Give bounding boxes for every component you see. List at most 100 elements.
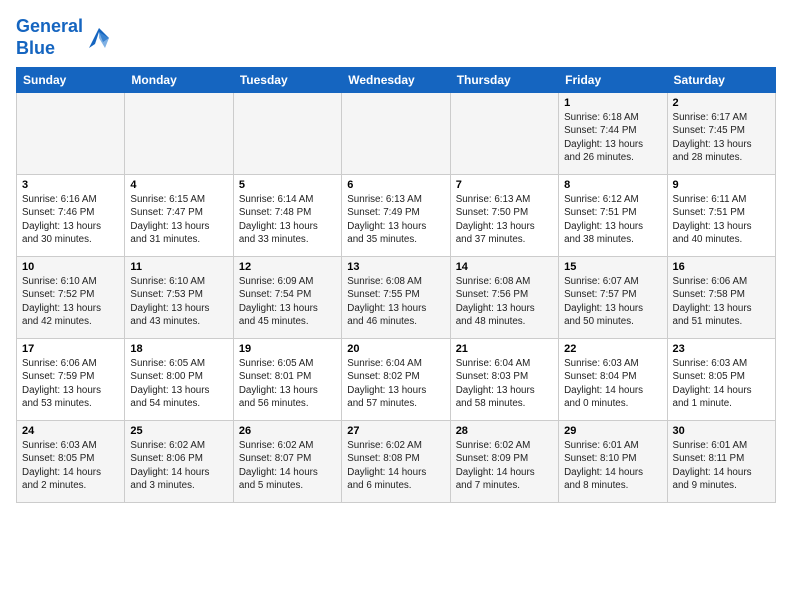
- day-info: Sunrise: 6:07 AM Sunset: 7:57 PM Dayligh…: [564, 275, 661, 328]
- day-info: Sunrise: 6:11 AM Sunset: 7:51 PM Dayligh…: [673, 193, 770, 246]
- page-header: General Blue: [16, 16, 776, 59]
- day-info: Sunrise: 6:04 AM Sunset: 8:03 PM Dayligh…: [456, 357, 553, 410]
- weekday-header-thursday: Thursday: [450, 68, 558, 93]
- day-number: 25: [130, 425, 227, 437]
- day-info: Sunrise: 6:17 AM Sunset: 7:45 PM Dayligh…: [673, 111, 770, 164]
- calendar-cell: 19 Sunrise: 6:05 AM Sunset: 8:01 PM Dayli…: [233, 339, 341, 421]
- day-number: 19: [239, 343, 336, 355]
- day-number: 17: [22, 343, 119, 355]
- calendar-cell: 24Sunrise: 6:03 AM Sunset: 8:05 PM Dayli…: [17, 421, 125, 503]
- day-number: 4: [130, 179, 227, 191]
- day-info: Sunrise: 6:08 AM Sunset: 7:55 PM Dayligh…: [347, 275, 444, 328]
- calendar-cell: 10 Sunrise: 6:10 AM Sunset: 7:52 PM Dayli…: [17, 257, 125, 339]
- day-number: 13: [347, 261, 444, 273]
- calendar-cell: 20 Sunrise: 6:04 AM Sunset: 8:02 PM Dayli…: [342, 339, 450, 421]
- calendar-cell: 23 Sunrise: 6:03 AM Sunset: 8:05 PM Dayli…: [667, 339, 775, 421]
- day-number: 30: [673, 425, 770, 437]
- day-info: Sunrise: 6:13 AM Sunset: 7:50 PM Dayligh…: [456, 193, 553, 246]
- calendar-cell: 1Sunrise: 6:18 AM Sunset: 7:44 PM Daylig…: [559, 93, 667, 175]
- day-number: 7: [456, 179, 553, 191]
- calendar-cell: 15 Sunrise: 6:07 AM Sunset: 7:57 PM Dayli…: [559, 257, 667, 339]
- day-info: Sunrise: 6:03 AM Sunset: 8:04 PM Dayligh…: [564, 357, 661, 410]
- calendar-cell: 4 Sunrise: 6:15 AM Sunset: 7:47 PM Daylig…: [125, 175, 233, 257]
- day-number: 29: [564, 425, 661, 437]
- day-info: Sunrise: 6:06 AM Sunset: 7:58 PM Dayligh…: [673, 275, 770, 328]
- day-number: 15: [564, 261, 661, 273]
- calendar-cell: [450, 93, 558, 175]
- weekday-header-wednesday: Wednesday: [342, 68, 450, 93]
- day-number: 27: [347, 425, 444, 437]
- calendar-cell: 17 Sunrise: 6:06 AM Sunset: 7:59 PM Dayli…: [17, 339, 125, 421]
- day-info: Sunrise: 6:01 AM Sunset: 8:10 PM Dayligh…: [564, 439, 661, 492]
- weekday-header-friday: Friday: [559, 68, 667, 93]
- day-info: Sunrise: 6:02 AM Sunset: 8:08 PM Dayligh…: [347, 439, 444, 492]
- day-number: 2: [673, 97, 770, 109]
- day-info: Sunrise: 6:05 AM Sunset: 8:01 PM Dayligh…: [239, 357, 336, 410]
- day-info: Sunrise: 6:02 AM Sunset: 8:07 PM Dayligh…: [239, 439, 336, 492]
- calendar-cell: 16 Sunrise: 6:06 AM Sunset: 7:58 PM Dayli…: [667, 257, 775, 339]
- day-number: 18: [130, 343, 227, 355]
- day-info: Sunrise: 6:10 AM Sunset: 7:53 PM Dayligh…: [130, 275, 227, 328]
- day-info: Sunrise: 6:13 AM Sunset: 7:49 PM Dayligh…: [347, 193, 444, 246]
- day-number: 21: [456, 343, 553, 355]
- weekday-header-tuesday: Tuesday: [233, 68, 341, 93]
- calendar-cell: [233, 93, 341, 175]
- calendar-cell: 22 Sunrise: 6:03 AM Sunset: 8:04 PM Dayli…: [559, 339, 667, 421]
- day-info: Sunrise: 6:03 AM Sunset: 8:05 PM Dayligh…: [673, 357, 770, 410]
- day-number: 23: [673, 343, 770, 355]
- day-info: Sunrise: 6:06 AM Sunset: 7:59 PM Dayligh…: [22, 357, 119, 410]
- day-info: Sunrise: 6:16 AM Sunset: 7:46 PM Dayligh…: [22, 193, 119, 246]
- day-number: 22: [564, 343, 661, 355]
- calendar-cell: 29 Sunrise: 6:01 AM Sunset: 8:10 PM Dayli…: [559, 421, 667, 503]
- weekday-header-sunday: Sunday: [17, 68, 125, 93]
- calendar-cell: [342, 93, 450, 175]
- calendar-cell: [125, 93, 233, 175]
- calendar-cell: 25 Sunrise: 6:02 AM Sunset: 8:06 PM Dayli…: [125, 421, 233, 503]
- day-info: Sunrise: 6:09 AM Sunset: 7:54 PM Dayligh…: [239, 275, 336, 328]
- day-info: Sunrise: 6:05 AM Sunset: 8:00 PM Dayligh…: [130, 357, 227, 410]
- day-info: Sunrise: 6:04 AM Sunset: 8:02 PM Dayligh…: [347, 357, 444, 410]
- day-number: 9: [673, 179, 770, 191]
- calendar-cell: 11 Sunrise: 6:10 AM Sunset: 7:53 PM Dayli…: [125, 257, 233, 339]
- day-number: 8: [564, 179, 661, 191]
- day-number: 6: [347, 179, 444, 191]
- calendar-cell: 8 Sunrise: 6:12 AM Sunset: 7:51 PM Daylig…: [559, 175, 667, 257]
- calendar-cell: [17, 93, 125, 175]
- calendar-cell: 2 Sunrise: 6:17 AM Sunset: 7:45 PM Daylig…: [667, 93, 775, 175]
- day-number: 28: [456, 425, 553, 437]
- calendar-cell: 3Sunrise: 6:16 AM Sunset: 7:46 PM Daylig…: [17, 175, 125, 257]
- day-number: 14: [456, 261, 553, 273]
- day-info: Sunrise: 6:03 AM Sunset: 8:05 PM Dayligh…: [22, 439, 119, 492]
- logo-text: General Blue: [16, 16, 83, 59]
- day-number: 12: [239, 261, 336, 273]
- calendar-cell: 6 Sunrise: 6:13 AM Sunset: 7:49 PM Daylig…: [342, 175, 450, 257]
- calendar-cell: 12 Sunrise: 6:09 AM Sunset: 7:54 PM Dayli…: [233, 257, 341, 339]
- day-info: Sunrise: 6:14 AM Sunset: 7:48 PM Dayligh…: [239, 193, 336, 246]
- calendar-cell: 13 Sunrise: 6:08 AM Sunset: 7:55 PM Dayli…: [342, 257, 450, 339]
- day-number: 20: [347, 343, 444, 355]
- day-number: 1: [564, 97, 661, 109]
- calendar-cell: 30 Sunrise: 6:01 AM Sunset: 8:11 PM Dayli…: [667, 421, 775, 503]
- day-info: Sunrise: 6:15 AM Sunset: 7:47 PM Dayligh…: [130, 193, 227, 246]
- weekday-header-monday: Monday: [125, 68, 233, 93]
- calendar-cell: 9 Sunrise: 6:11 AM Sunset: 7:51 PM Daylig…: [667, 175, 775, 257]
- logo: General Blue: [16, 16, 113, 59]
- calendar-cell: 27 Sunrise: 6:02 AM Sunset: 8:08 PM Dayli…: [342, 421, 450, 503]
- calendar-cell: 28 Sunrise: 6:02 AM Sunset: 8:09 PM Dayli…: [450, 421, 558, 503]
- day-info: Sunrise: 6:02 AM Sunset: 8:06 PM Dayligh…: [130, 439, 227, 492]
- day-info: Sunrise: 6:10 AM Sunset: 7:52 PM Dayligh…: [22, 275, 119, 328]
- day-number: 11: [130, 261, 227, 273]
- day-number: 16: [673, 261, 770, 273]
- calendar-cell: 5 Sunrise: 6:14 AM Sunset: 7:48 PM Daylig…: [233, 175, 341, 257]
- day-number: 10: [22, 261, 119, 273]
- calendar-cell: 7 Sunrise: 6:13 AM Sunset: 7:50 PM Daylig…: [450, 175, 558, 257]
- day-number: 5: [239, 179, 336, 191]
- day-number: 26: [239, 425, 336, 437]
- calendar-cell: 21 Sunrise: 6:04 AM Sunset: 8:03 PM Dayli…: [450, 339, 558, 421]
- day-info: Sunrise: 6:12 AM Sunset: 7:51 PM Dayligh…: [564, 193, 661, 246]
- calendar: SundayMondayTuesdayWednesdayThursdayFrid…: [16, 67, 776, 503]
- day-info: Sunrise: 6:02 AM Sunset: 8:09 PM Dayligh…: [456, 439, 553, 492]
- day-info: Sunrise: 6:01 AM Sunset: 8:11 PM Dayligh…: [673, 439, 770, 492]
- logo-icon: [85, 24, 113, 52]
- day-info: Sunrise: 6:08 AM Sunset: 7:56 PM Dayligh…: [456, 275, 553, 328]
